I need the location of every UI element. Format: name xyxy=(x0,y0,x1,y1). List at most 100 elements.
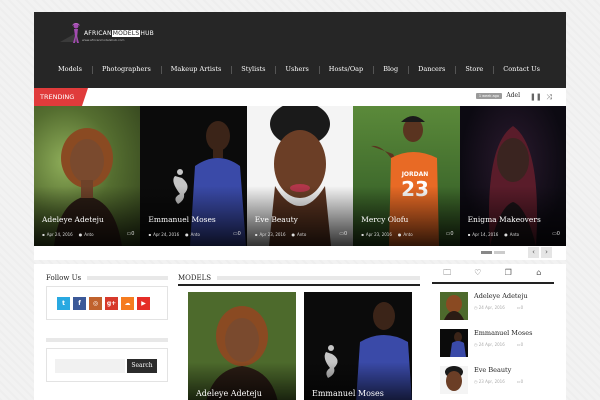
slide[interactable]: Enigma Makeovers ▪ Apr 14, 2016 ● Anto ▭0 xyxy=(459,106,566,246)
slide-author-text[interactable]: Anto xyxy=(191,232,200,237)
model-card-title[interactable]: Adeleye Adeteju xyxy=(196,389,262,398)
slide-comments[interactable]: ▭0 xyxy=(339,231,347,237)
post-thumbnail[interactable] xyxy=(440,366,468,394)
nav-item-blog[interactable]: Blog xyxy=(373,65,408,74)
slide-meta: ▪ Apr 24, 2016 ● Anto ▭0 xyxy=(42,231,134,237)
nav-item-hosts-oap[interactable]: Hosts/Oap xyxy=(318,65,373,74)
post-title[interactable]: Adeleye Adeteju xyxy=(474,292,528,300)
post-meta: ◷ 23 Apr, 2016 ▭ 0 xyxy=(474,379,523,384)
slide-author-text[interactable]: Anto xyxy=(403,232,412,237)
slider-dot[interactable] xyxy=(481,251,492,254)
slide-date-text: Apr 24, 2016 xyxy=(153,231,180,237)
slide[interactable]: 23 JORDAN Mercy Olofu ▪Apr 23, 2016 ●Ant… xyxy=(353,106,460,246)
user-icon: ● xyxy=(185,231,189,237)
instagram-icon[interactable]: ◎ xyxy=(89,297,102,310)
slide-date: ▪ Apr 23, 2016 xyxy=(255,232,286,237)
post-thumbnail[interactable] xyxy=(440,329,468,357)
slide-title[interactable]: Emmanuel Moses xyxy=(148,215,215,224)
slide[interactable]: Emmanuel Moses ▪ Apr 24, 2016 ● Anto ▭0 xyxy=(140,106,247,246)
post-thumbnail[interactable] xyxy=(440,292,468,320)
calendar-icon: ▪ xyxy=(42,231,45,237)
calendar-icon: ▪ xyxy=(254,231,258,237)
comments-icon[interactable]: ❐ xyxy=(493,263,524,283)
slide[interactable]: Adeleye Adeteju ▪ Apr 24, 2016 ● Anto ▭0 xyxy=(34,106,141,246)
facebook-icon[interactable]: f xyxy=(73,297,86,310)
slide-date-text: Apr 24, 2016 xyxy=(46,231,73,237)
slide-comments[interactable]: ▭0 xyxy=(126,231,134,237)
post-title[interactable]: Eve Beauty xyxy=(474,366,523,374)
model-card[interactable]: Emmanuel Moses xyxy=(304,292,412,400)
slide-date-text: Apr 14, 2016 xyxy=(472,231,499,237)
logo-text-right: HUB xyxy=(140,29,154,37)
shirt-text: JORDAN xyxy=(401,171,429,178)
sidebar-tabs: 🗀 ♡ ❐ ⌂ xyxy=(432,264,554,284)
models-section: MODELS Adeleye Adeteju Emmanuel Moses xyxy=(178,274,420,400)
nav-item-ushers[interactable]: Ushers xyxy=(275,65,318,74)
nav-item-photographers[interactable]: Photographers xyxy=(92,65,161,74)
slide-title[interactable]: Enigma Makeovers xyxy=(468,215,541,224)
site-header: AFRICANMODELSHUB www.africanmodelshub.co… xyxy=(34,12,566,88)
widget-heading-bar xyxy=(46,338,168,342)
calendar-icon: ▪ xyxy=(467,231,471,237)
folder-icon[interactable]: 🗀 xyxy=(432,263,463,283)
user-icon: ● xyxy=(397,231,402,237)
featured-slider: Adeleye Adeteju ▪ Apr 24, 2016 ● Anto ▭0 E… xyxy=(34,106,566,246)
thumbnail-image xyxy=(440,292,468,320)
slide-comments-count: 0 xyxy=(237,231,241,237)
logo-text: AFRICANMODELSHUB xyxy=(84,29,154,37)
slide-comments[interactable]: ▭0 xyxy=(233,231,241,237)
trending-label: TRENDING xyxy=(34,88,89,106)
slide-date-text: Apr 23, 2016 xyxy=(365,231,392,237)
nav-item-makeup-artists[interactable]: Makeup Artists xyxy=(160,65,232,74)
left-sidebar: Follow Us t f ◎ g+ ☁ ▶ Search xyxy=(46,274,168,382)
trending-headline[interactable]: Adel xyxy=(506,92,520,99)
user-icon: ● xyxy=(504,231,508,237)
nav-item-dancers[interactable]: Dancers xyxy=(408,65,455,74)
slider-nav: ‹ › xyxy=(34,246,566,260)
soundcloud-icon[interactable]: ☁ xyxy=(121,297,134,310)
user-icon: ● xyxy=(291,231,296,237)
shuffle-icon[interactable]: ⤨ xyxy=(544,92,554,102)
nav-item-stylists[interactable]: Stylists xyxy=(231,65,275,74)
slide-author-text[interactable]: Anto xyxy=(84,232,93,237)
post-title[interactable]: Emmanuel Moses xyxy=(474,329,532,337)
follow-us-heading: Follow Us xyxy=(46,274,168,282)
heart-icon[interactable]: ♡ xyxy=(463,263,494,283)
model-card[interactable]: Adeleye Adeteju xyxy=(188,292,296,400)
model-card-title[interactable]: Emmanuel Moses xyxy=(312,389,384,398)
slide-comments[interactable]: ▭0 xyxy=(552,231,560,237)
pause-icon[interactable]: ❚❚ xyxy=(530,92,542,102)
slide-title[interactable]: Mercy Olofu xyxy=(361,215,408,224)
site-logo[interactable]: AFRICANMODELSHUB xyxy=(70,18,154,48)
models-title[interactable]: MODELS xyxy=(178,274,211,282)
list-item[interactable]: Eve Beauty ◷ 23 Apr, 2016 ▭ 0 xyxy=(440,366,546,400)
slide-date: ▪ Apr 23, 2016 xyxy=(361,232,392,237)
tag-icon[interactable]: ⌂ xyxy=(524,263,555,283)
twitter-icon[interactable]: t xyxy=(57,297,70,310)
slider-pagination xyxy=(481,251,505,254)
list-item[interactable]: Adeleye Adeteju ◷ 24 Apr, 2016 ▭ 0 xyxy=(440,292,546,328)
slide-comments[interactable]: ▭0 xyxy=(446,231,454,237)
slide-title[interactable]: Adeleye Adeteju xyxy=(42,215,104,224)
slide-author-text[interactable]: Anto xyxy=(510,232,519,237)
nav-item-store[interactable]: Store xyxy=(455,65,493,74)
nav-item-contact-us[interactable]: Contact Us xyxy=(493,65,550,74)
google-plus-icon[interactable]: g+ xyxy=(105,297,118,310)
search-input[interactable] xyxy=(55,359,125,373)
slide[interactable]: Eve Beauty ▪ Apr 23, 2016 ● Anto ▭0 xyxy=(246,106,354,246)
logo-subtitle: www.africanmodelshub.com xyxy=(82,38,125,42)
post-comments: 0 xyxy=(520,305,524,310)
youtube-icon[interactable]: ▶ xyxy=(137,297,150,310)
logo-text-left: AFRICAN xyxy=(84,29,112,37)
list-item[interactable]: Emmanuel Moses ◷ 24 Apr, 2016 ▭ 0 xyxy=(440,329,546,365)
slide-author-text[interactable]: Anto xyxy=(297,232,306,237)
chevron-left-icon[interactable]: ‹ xyxy=(528,247,539,258)
chevron-right-icon[interactable]: › xyxy=(541,247,552,258)
slider-dot[interactable] xyxy=(494,251,505,254)
slide-meta: ▪ Apr 14, 2016 ● Anto ▭0 xyxy=(468,231,560,237)
slide-comments-count: 0 xyxy=(343,231,348,237)
slide-meta: ▪ Apr 23, 2016 ● Anto ▭0 xyxy=(361,231,453,237)
search-button[interactable]: Search xyxy=(127,359,157,373)
slide-title[interactable]: Eve Beauty xyxy=(255,215,298,224)
nav-item-models[interactable]: Models xyxy=(34,65,92,73)
